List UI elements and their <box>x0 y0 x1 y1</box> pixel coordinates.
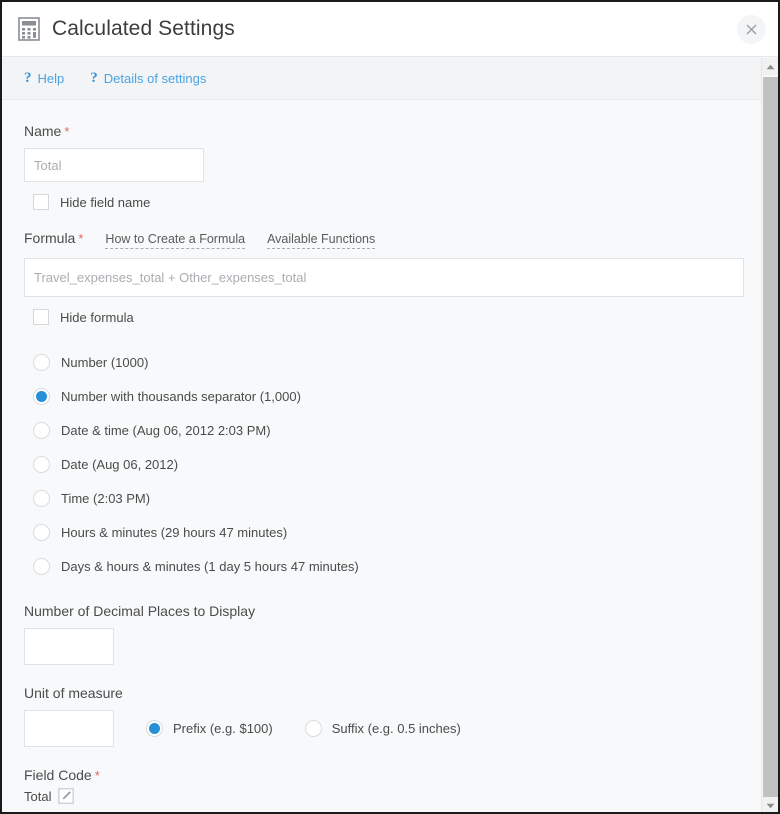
hide-formula-label: Hide formula <box>60 310 134 325</box>
decimal-places-section: Number of Decimal Places to Display <box>24 603 762 665</box>
formula-label: Formula* <box>24 230 83 246</box>
scrollbar-down-button[interactable] <box>762 797 779 814</box>
details-of-settings-label: Details of settings <box>104 71 207 86</box>
field-code-label: Field Code* <box>24 767 762 783</box>
hide-formula-checkbox-row[interactable]: Hide formula <box>24 309 762 325</box>
formula-label-text: Formula <box>24 230 75 246</box>
how-to-create-a-formula-link[interactable]: How to Create a Formula <box>105 232 245 249</box>
radio-hours-minutes[interactable] <box>33 524 50 541</box>
radio-date[interactable] <box>33 456 50 473</box>
formula-required-marker: * <box>78 231 83 246</box>
unit-of-measure-input[interactable] <box>24 710 114 747</box>
field-code-section: Field Code* Total <box>24 767 762 804</box>
radio-suffix-label: Suffix (e.g. 0.5 inches) <box>332 721 461 736</box>
radio-row-date[interactable]: Date (Aug 06, 2012) <box>24 447 762 481</box>
available-functions-link[interactable]: Available Functions <box>267 232 375 249</box>
dialog-titlebar: Calculated Settings <box>2 2 778 57</box>
radio-row-number-thousands[interactable]: Number with thousands separator (1,000) <box>24 379 762 413</box>
radio-days-hours-minutes-label: Days & hours & minutes (1 day 5 hours 47… <box>61 559 359 574</box>
radio-prefix-label: Prefix (e.g. $100) <box>173 721 273 736</box>
radio-suffix[interactable] <box>305 720 322 737</box>
name-label-text: Name <box>24 123 61 139</box>
decimal-places-label: Number of Decimal Places to Display <box>24 603 762 619</box>
radio-row-date-time[interactable]: Date & time (Aug 06, 2012 2:03 PM) <box>24 413 762 447</box>
question-mark-icon: ? <box>24 70 32 87</box>
radio-row-number[interactable]: Number (1000) <box>24 345 762 379</box>
scrollbar-track[interactable] <box>762 75 779 797</box>
hide-field-name-label: Hide field name <box>60 195 150 210</box>
display-format-radio-group: Number (1000) Number with thousands sepa… <box>24 345 762 583</box>
field-code-value-row: Total <box>24 788 762 804</box>
formula-input[interactable] <box>24 258 744 297</box>
details-of-settings-link[interactable]: ? Details of settings <box>90 70 206 87</box>
field-code-value: Total <box>24 789 51 804</box>
scrollbar-up-button[interactable] <box>762 58 779 75</box>
hide-formula-checkbox[interactable] <box>33 309 49 325</box>
close-icon <box>745 23 758 36</box>
radio-time[interactable] <box>33 490 50 507</box>
close-button[interactable] <box>737 15 766 44</box>
help-link-label: Help <box>38 71 65 86</box>
radio-number[interactable] <box>33 354 50 371</box>
scrollbar-thumb[interactable] <box>763 77 778 797</box>
hide-field-name-checkbox[interactable] <box>33 194 49 210</box>
calculator-icon <box>18 17 40 41</box>
radio-row-days-hours-minutes[interactable]: Days & hours & minutes (1 day 5 hours 47… <box>24 549 762 583</box>
radio-hours-minutes-label: Hours & minutes (29 hours 47 minutes) <box>61 525 287 540</box>
help-bar: ? Help ? Details of settings <box>2 58 778 100</box>
radio-row-suffix[interactable]: Suffix (e.g. 0.5 inches) <box>305 720 461 737</box>
radio-row-time[interactable]: Time (2:03 PM) <box>24 481 762 515</box>
radio-number-thousands-label: Number with thousands separator (1,000) <box>61 389 301 404</box>
formula-label-row: Formula* How to Create a Formula Availab… <box>24 230 762 249</box>
field-code-required-marker: * <box>95 768 100 783</box>
radio-prefix[interactable] <box>146 720 163 737</box>
question-mark-icon: ? <box>90 70 98 87</box>
radio-row-hours-minutes[interactable]: Hours & minutes (29 hours 47 minutes) <box>24 515 762 549</box>
radio-number-thousands[interactable] <box>33 388 50 405</box>
radio-date-time-label: Date & time (Aug 06, 2012 2:03 PM) <box>61 423 271 438</box>
radio-date-label: Date (Aug 06, 2012) <box>61 457 178 472</box>
chevron-up-icon <box>766 64 775 70</box>
radio-row-prefix[interactable]: Prefix (e.g. $100) <box>146 720 273 737</box>
radio-time-label: Time (2:03 PM) <box>61 491 150 506</box>
unit-of-measure-label: Unit of measure <box>24 685 762 701</box>
radio-number-label: Number (1000) <box>61 355 148 370</box>
settings-form: Name* Hide field name Formula* How to Cr… <box>2 101 762 814</box>
decimal-places-input[interactable] <box>24 628 114 665</box>
name-label: Name* <box>24 123 762 139</box>
vertical-scrollbar[interactable] <box>761 58 778 814</box>
help-link[interactable]: ? Help <box>24 70 64 87</box>
dialog-title: Calculated Settings <box>52 17 235 41</box>
name-input[interactable] <box>24 148 204 182</box>
unit-of-measure-section: Unit of measure Prefix (e.g. $100) Suffi… <box>24 685 762 747</box>
chevron-down-icon <box>766 803 775 809</box>
name-required-marker: * <box>64 124 69 139</box>
calculated-settings-dialog: Calculated Settings ? Help ? Details of … <box>0 0 780 814</box>
radio-days-hours-minutes[interactable] <box>33 558 50 575</box>
unit-of-measure-row: Prefix (e.g. $100) Suffix (e.g. 0.5 inch… <box>24 710 762 747</box>
edit-pencil-icon[interactable] <box>58 788 74 804</box>
field-code-label-text: Field Code <box>24 767 92 783</box>
radio-date-time[interactable] <box>33 422 50 439</box>
hide-field-name-checkbox-row[interactable]: Hide field name <box>24 194 762 210</box>
